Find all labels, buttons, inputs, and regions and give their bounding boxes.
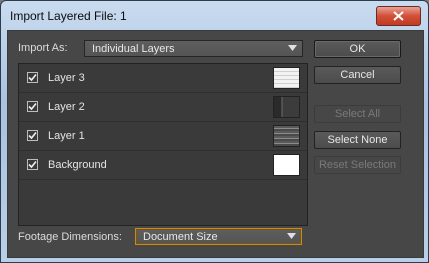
layer-checkbox[interactable]: [27, 159, 38, 170]
footage-dimensions-value: Document Size: [143, 231, 218, 243]
import-as-value: Individual Layers: [92, 43, 175, 55]
layer-row[interactable]: Layer 3: [19, 64, 307, 93]
close-button[interactable]: [376, 6, 421, 26]
ok-button[interactable]: OK: [314, 40, 401, 58]
layer-thumbnail: [273, 125, 300, 147]
window-title: Import Layered File: 1: [10, 9, 127, 23]
layer-checkbox[interactable]: [27, 130, 38, 141]
layer-name: Layer 2: [48, 101, 85, 113]
layer-checkbox[interactable]: [27, 101, 38, 112]
layer-thumbnail: [273, 67, 300, 89]
select-all-button[interactable]: Select All: [314, 105, 401, 123]
import-as-label: Import As:: [18, 42, 68, 54]
layer-row[interactable]: Background: [19, 151, 307, 180]
import-dialog-window: Import Layered File: 1 Import As: Indivi…: [0, 0, 429, 263]
reset-selection-button[interactable]: Reset Selection: [314, 156, 401, 174]
close-icon: [393, 11, 404, 21]
layer-thumbnail: [273, 96, 300, 118]
check-icon: [28, 131, 37, 140]
cancel-button[interactable]: Cancel: [314, 66, 401, 84]
import-as-dropdown[interactable]: Individual Layers: [84, 40, 303, 57]
footage-dimensions-dropdown[interactable]: Document Size: [135, 228, 302, 245]
layer-name: Background: [48, 159, 107, 171]
footage-dimensions-label: Footage Dimensions:: [18, 231, 122, 243]
layer-row[interactable]: Layer 2: [19, 93, 307, 122]
dialog-body: Import As: Individual Layers Layer 3 Lay…: [7, 30, 424, 258]
layers-list[interactable]: Layer 3 Layer 2 Layer 1 Background: [18, 63, 308, 226]
layer-name: Layer 3: [48, 72, 85, 84]
chevron-down-icon: [288, 45, 297, 51]
check-icon: [28, 73, 37, 82]
layer-name: Layer 1: [48, 130, 85, 142]
layer-thumbnail: [273, 154, 300, 176]
chevron-down-icon: [287, 233, 296, 239]
select-none-button[interactable]: Select None: [314, 131, 401, 149]
layer-row[interactable]: Layer 1: [19, 122, 307, 151]
check-icon: [28, 102, 37, 111]
check-icon: [28, 160, 37, 169]
layer-checkbox[interactable]: [27, 72, 38, 83]
title-bar[interactable]: Import Layered File: 1: [1, 1, 428, 30]
